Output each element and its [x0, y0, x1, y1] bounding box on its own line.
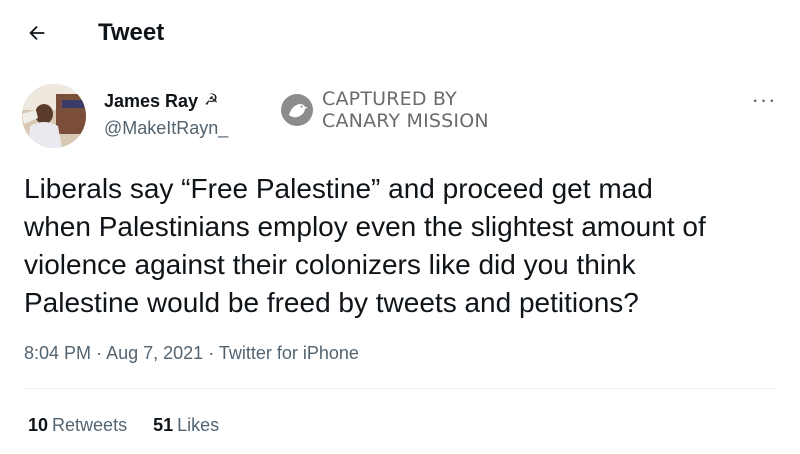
retweets-stat[interactable]: 10 Retweets [28, 414, 127, 436]
meta-separator: · [208, 343, 219, 363]
divider [24, 388, 776, 389]
watermark-line-2: CANARY MISSION [322, 110, 489, 132]
tweet-header: Tweet [0, 0, 800, 66]
tweet-time[interactable]: 8:04 PM [24, 343, 91, 363]
hammer-sickle-emoji: ☭ [204, 92, 219, 109]
arrow-left-icon [29, 25, 45, 41]
retweets-label: Retweets [52, 415, 128, 435]
avatar-photo [22, 84, 86, 148]
retweets-count: 10 [28, 415, 49, 435]
tweet-stats: 10 Retweets 51 Likes [28, 414, 245, 436]
author-name-row[interactable]: James Ray ☭ [104, 90, 218, 112]
watermark-line-1: CAPTURED BY [322, 88, 457, 110]
tweet-text: Liberals say “Free Palestine” and procee… [24, 173, 706, 318]
more-options-button[interactable]: ··· [746, 87, 782, 112]
author-name[interactable]: James Ray [104, 90, 198, 112]
likes-count: 51 [153, 415, 174, 435]
tweet-date[interactable]: Aug 7, 2021 [106, 343, 203, 363]
likes-label: Likes [177, 415, 220, 435]
tweet-meta: 8:04 PM · Aug 7, 2021 · Twitter for iPho… [24, 342, 359, 364]
meta-separator: · [96, 343, 107, 363]
likes-stat[interactable]: 51 Likes [153, 414, 219, 436]
ellipsis-icon: ··· [751, 87, 777, 112]
avatar[interactable] [22, 84, 86, 148]
tweet-source[interactable]: Twitter for iPhone [219, 343, 359, 363]
canary-bird-icon [281, 94, 313, 126]
author-handle[interactable]: @MakeItRayn_ [104, 117, 228, 139]
page-title: Tweet [98, 19, 165, 46]
canary-mission-watermark: CAPTURED BY CANARY MISSION [280, 88, 489, 132]
back-button[interactable] [18, 14, 56, 52]
